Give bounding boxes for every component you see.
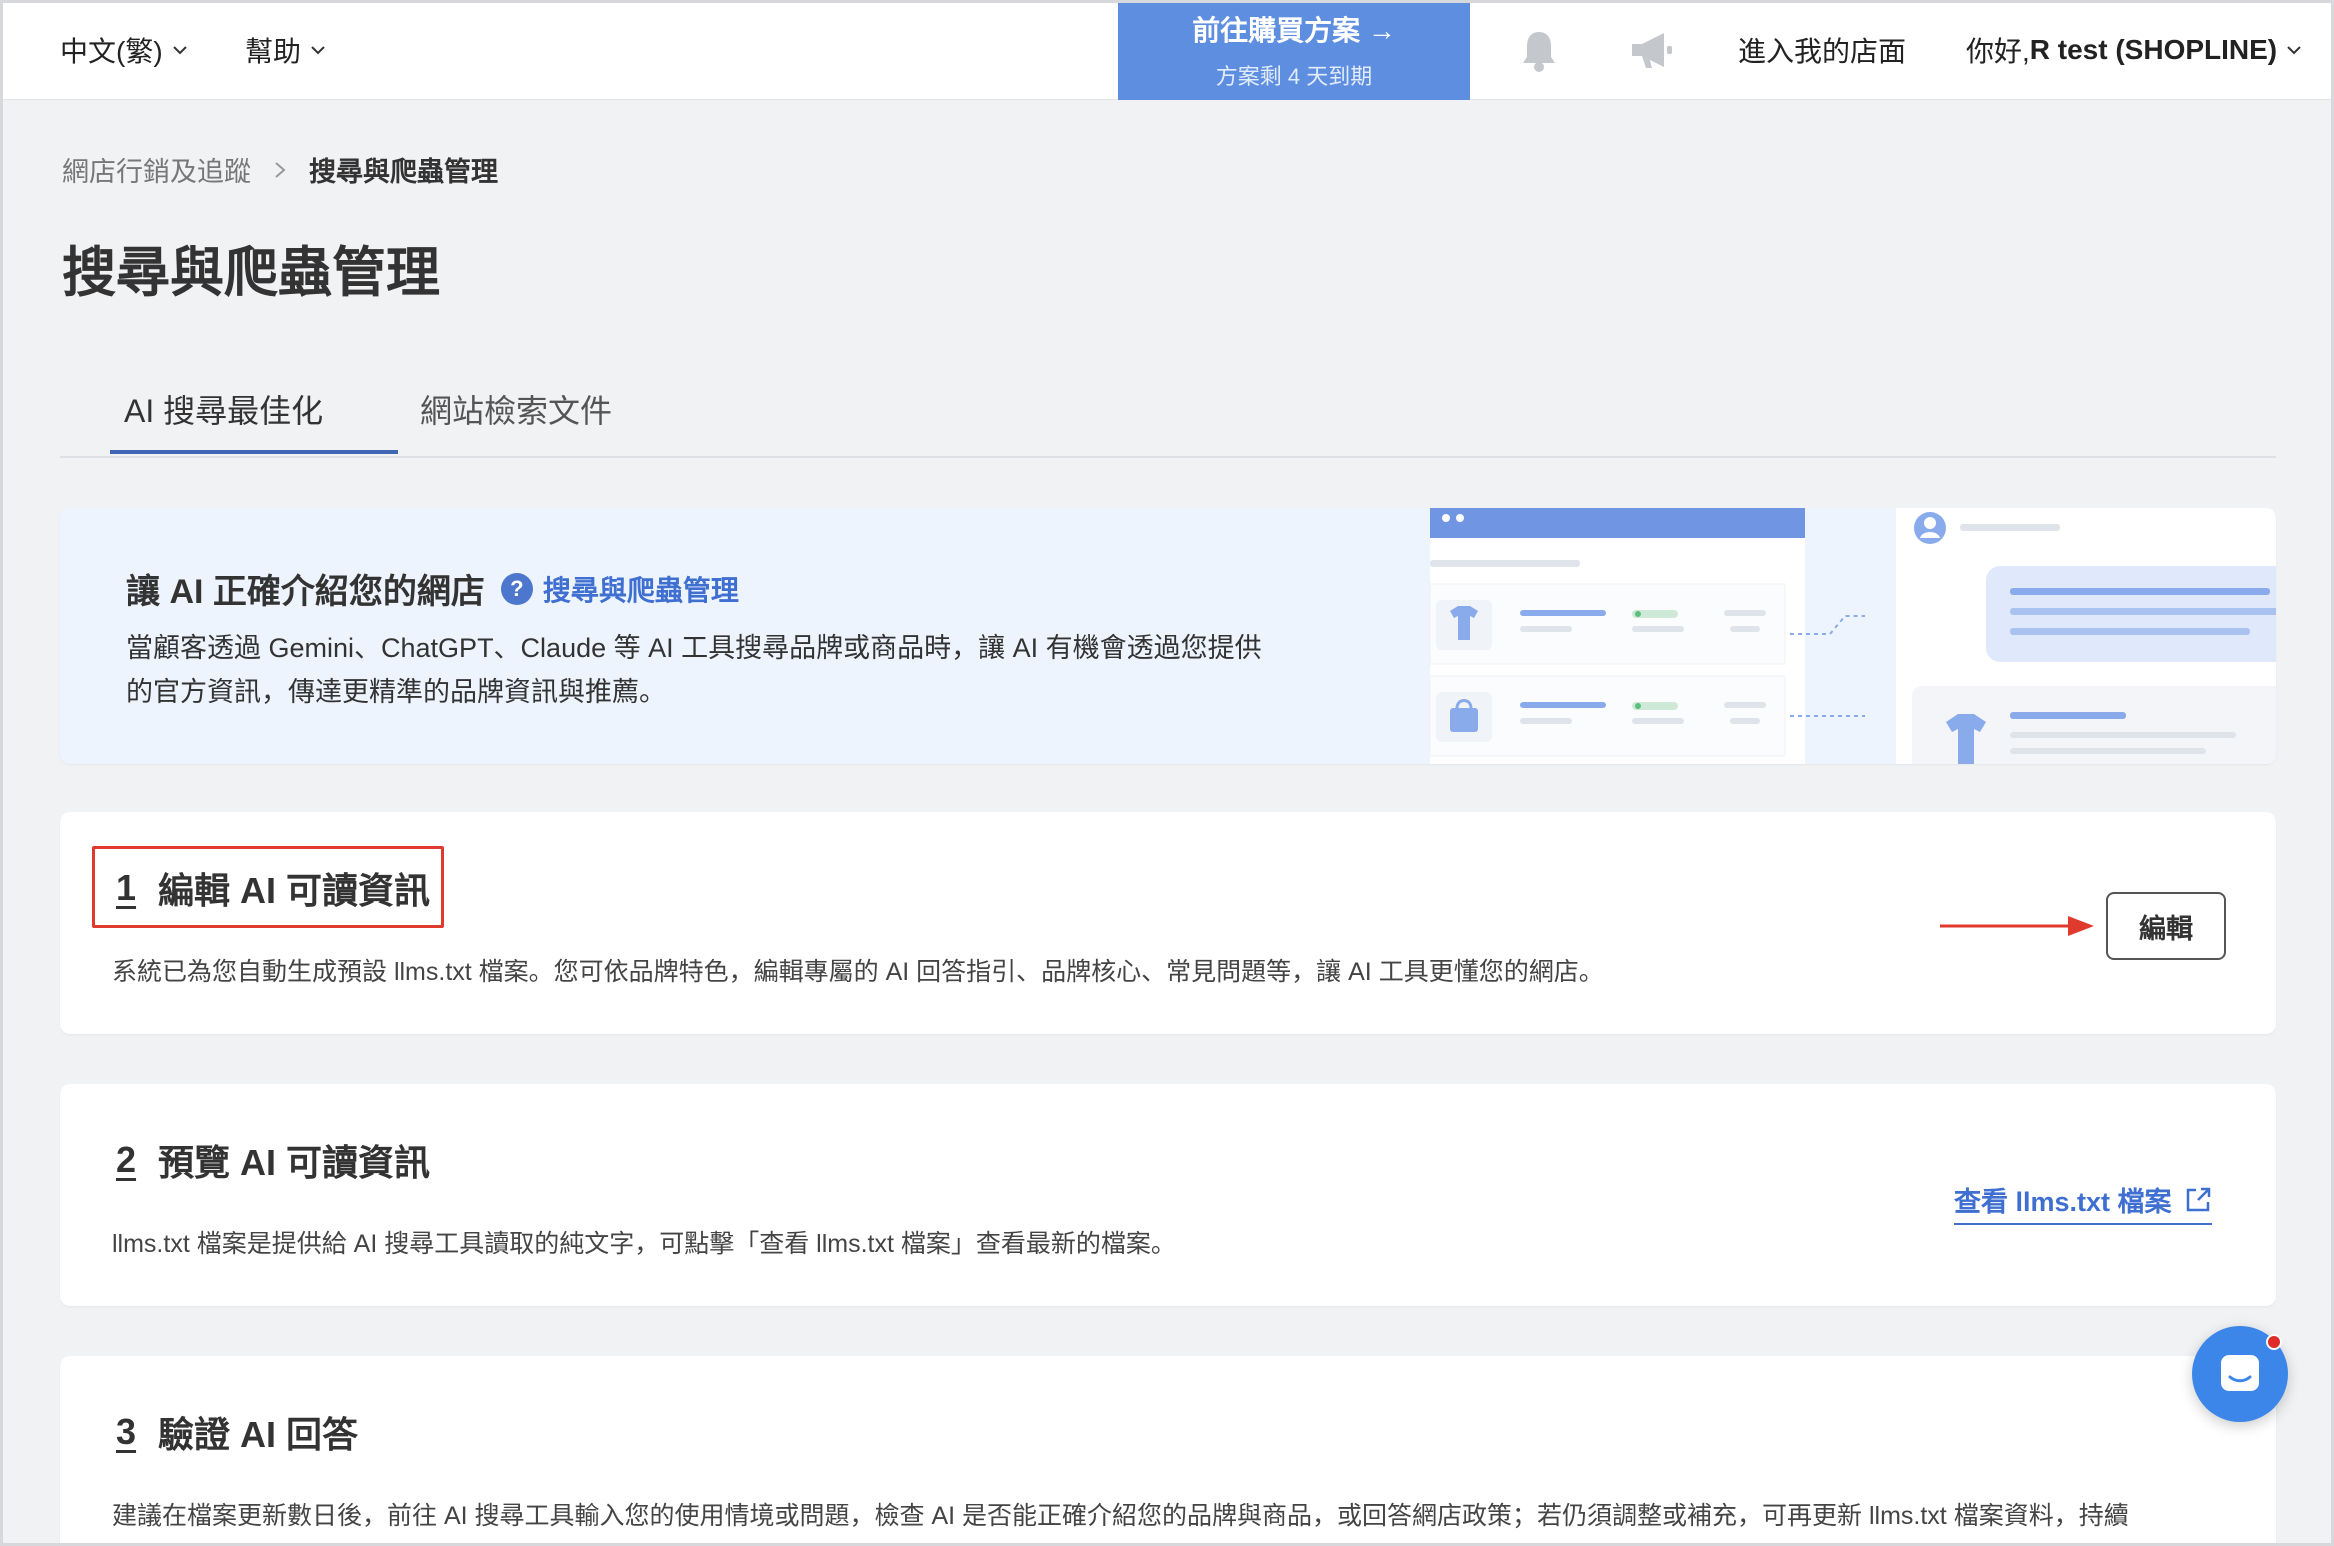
step1-number: 1 xyxy=(116,867,137,908)
top-navbar: 中文(繁) 幫助 前往購買方案 → 方案剩 4 天到期 進入我的店面 你好, R… xyxy=(0,0,2334,100)
banner-title-text: 讓 AI 正確介紹您的網店 xyxy=(126,573,485,611)
step2-title-text: 預覽 AI 可讀資訊 xyxy=(158,1142,431,1183)
step1-title-text: 編輯 AI 可讀資訊 xyxy=(158,870,431,911)
step3-title: 3 驗證 AI 回答 xyxy=(116,1406,358,1458)
red-arrow-icon xyxy=(1940,916,2094,936)
language-selector[interactable]: 中文(繁) xyxy=(60,0,189,100)
tab-bar: AI 搜尋最佳化 網站檢索文件 xyxy=(60,360,2276,458)
chevron-right-icon xyxy=(273,160,287,180)
purchase-plan-button[interactable]: 前往購買方案 → 方案剩 4 天到期 xyxy=(1118,0,1470,100)
purchase-plan-label: 前往購買方案 → xyxy=(1192,15,1396,46)
view-llms-file-link[interactable]: 查看 llms.txt 檔案 xyxy=(1954,1180,2212,1225)
step3-number: 3 xyxy=(116,1411,137,1452)
notification-dot xyxy=(2266,1334,2282,1350)
step-card-edit: 1 編輯 AI 可讀資訊 系統已為您自動生成預設 llms.txt 檔案。您可依… xyxy=(60,812,2276,1034)
ai-search-illustration xyxy=(1370,508,2276,764)
banner-description: 當顧客透過 Gemini、ChatGPT、Claude 等 AI 工具搜尋品牌或… xyxy=(126,626,1386,714)
external-link-icon xyxy=(2186,1187,2210,1211)
chevron-down-icon xyxy=(2285,41,2303,59)
breadcrumb-parent[interactable]: 網店行銷及追蹤 xyxy=(62,150,251,189)
tab-ai-search-label: AI 搜尋最佳化 xyxy=(124,393,324,429)
step2-number: 2 xyxy=(116,1139,137,1180)
chat-icon xyxy=(2221,1355,2259,1391)
tab-ai-search[interactable]: AI 搜尋最佳化 xyxy=(124,360,323,458)
step1-title: 1 編輯 AI 可讀資訊 xyxy=(116,862,430,914)
chevron-down-icon xyxy=(171,41,189,59)
bell-icon[interactable] xyxy=(1514,26,1564,76)
view-llms-file-label: 查看 llms.txt 檔案 xyxy=(1954,1187,2172,1217)
tab-crawl-files-label: 網站檢索文件 xyxy=(420,393,613,429)
user-menu[interactable]: 你好, R test (SHOPLINE) xyxy=(1966,0,2303,100)
intro-banner: 讓 AI 正確介紹您的網店 ? 搜尋與爬蟲管理 當顧客透過 Gemini、Cha… xyxy=(60,508,2276,764)
edit-button[interactable]: 編輯 xyxy=(2106,892,2226,960)
visit-store-label: 進入我的店面 xyxy=(1738,36,1907,67)
step2-description: llms.txt 檔案是提供給 AI 搜尋工具讀取的純文字，可點擊「查看 llm… xyxy=(112,1230,1176,1258)
active-tab-indicator xyxy=(110,450,398,454)
tab-crawl-files[interactable]: 網站檢索文件 xyxy=(420,360,612,458)
step-card-verify: 3 驗證 AI 回答 建議在檔案更新數日後，前往 AI 搜尋工具輸入您的使用情境… xyxy=(60,1356,2276,1546)
page-title: 搜尋與爬蟲管理 xyxy=(62,243,440,303)
banner-desc-line1: 當顧客透過 Gemini、ChatGPT、Claude 等 AI 工具搜尋品牌或… xyxy=(126,633,1262,663)
user-name: R test (SHOPLINE) xyxy=(2029,34,2278,65)
step3-description: 建議在檔案更新數日後，前往 AI 搜尋工具輸入您的使用情境或問題，檢查 AI 是… xyxy=(112,1502,2129,1530)
question-icon[interactable]: ? xyxy=(500,572,533,605)
chat-support-button[interactable] xyxy=(2192,1326,2288,1422)
step-card-preview: 2 預覽 AI 可讀資訊 llms.txt 檔案是提供給 AI 搜尋工具讀取的純… xyxy=(60,1084,2276,1306)
language-label: 中文(繁) xyxy=(60,36,163,67)
help-label: 幫助 xyxy=(245,36,302,67)
visit-store-link[interactable]: 進入我的店面 xyxy=(1738,0,1906,100)
chevron-down-icon xyxy=(309,41,327,59)
help-menu[interactable]: 幫助 xyxy=(245,0,327,100)
step3-title-text: 驗證 AI 回答 xyxy=(158,1414,359,1455)
step2-title: 2 預覽 AI 可讀資訊 xyxy=(116,1134,430,1186)
breadcrumb: 網店行銷及追蹤 搜尋與爬蟲管理 xyxy=(62,150,498,189)
banner-title: 讓 AI 正確介紹您的網店 ? 搜尋與爬蟲管理 xyxy=(126,564,739,613)
plan-expiry-text: 方案剩 4 天到期 xyxy=(1215,64,1373,89)
banner-desc-line2: 的官方資訊，傳達更精準的品牌資訊與推薦。 xyxy=(126,677,666,707)
greeting-text: 你好, xyxy=(1966,36,2030,67)
step1-description: 系統已為您自動生成預設 llms.txt 檔案。您可依品牌特色，編輯專屬的 AI… xyxy=(112,958,1604,986)
megaphone-icon[interactable] xyxy=(1626,26,1676,76)
help-article-link[interactable]: 搜尋與爬蟲管理 xyxy=(543,569,739,609)
breadcrumb-current: 搜尋與爬蟲管理 xyxy=(309,157,498,187)
